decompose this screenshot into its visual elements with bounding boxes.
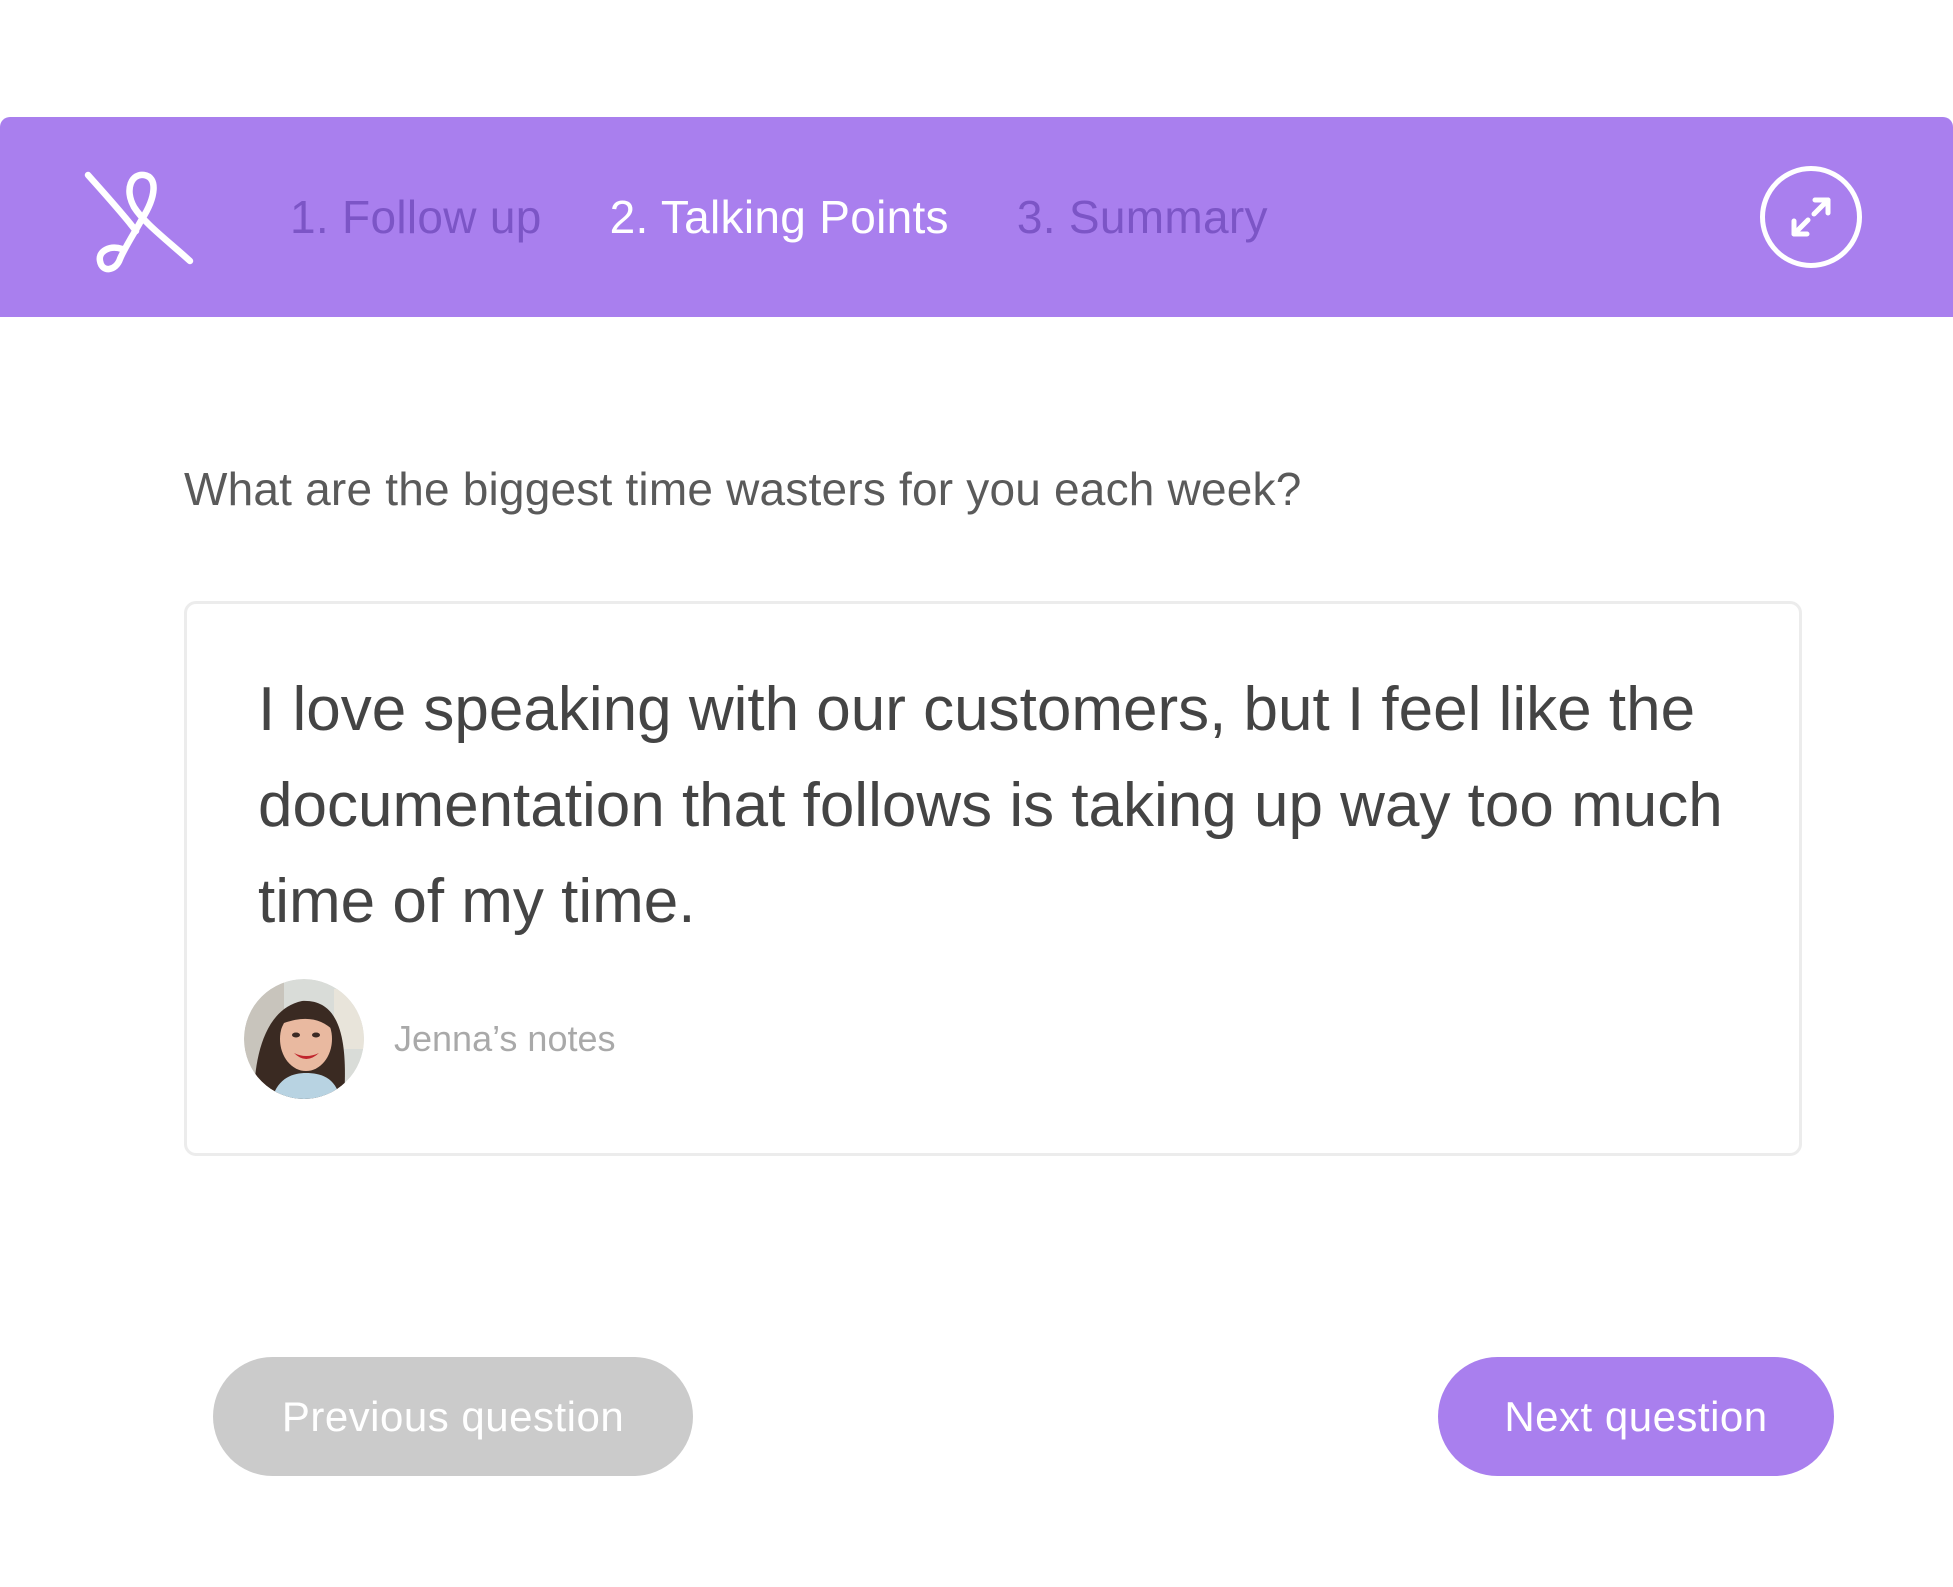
next-question-button[interactable]: Next question [1438, 1357, 1834, 1476]
knot-logo-icon[interactable] [84, 167, 194, 277]
answer-text: I love speaking with our customers, but … [258, 675, 1723, 936]
question-text: What are the biggest time wasters for yo… [184, 463, 1302, 515]
expand-button[interactable] [1760, 166, 1862, 268]
author-info: Jenna’s notes [244, 979, 616, 1099]
step-tabs: 1. Follow up 2. Talking Points 3. Summar… [290, 117, 1268, 317]
tab-follow-up[interactable]: 1. Follow up [290, 190, 542, 244]
tab-summary[interactable]: 3. Summary [1017, 190, 1268, 244]
answer-card: I love speaking with our customers, but … [184, 601, 1802, 1156]
tab-talking-points[interactable]: 2. Talking Points [610, 190, 949, 244]
avatar [244, 979, 364, 1099]
expand-arrows-icon [1791, 197, 1831, 237]
header-bar: 1. Follow up 2. Talking Points 3. Summar… [0, 117, 1953, 317]
author-label: Jenna’s notes [394, 1018, 616, 1059]
previous-question-button[interactable]: Previous question [213, 1357, 693, 1476]
